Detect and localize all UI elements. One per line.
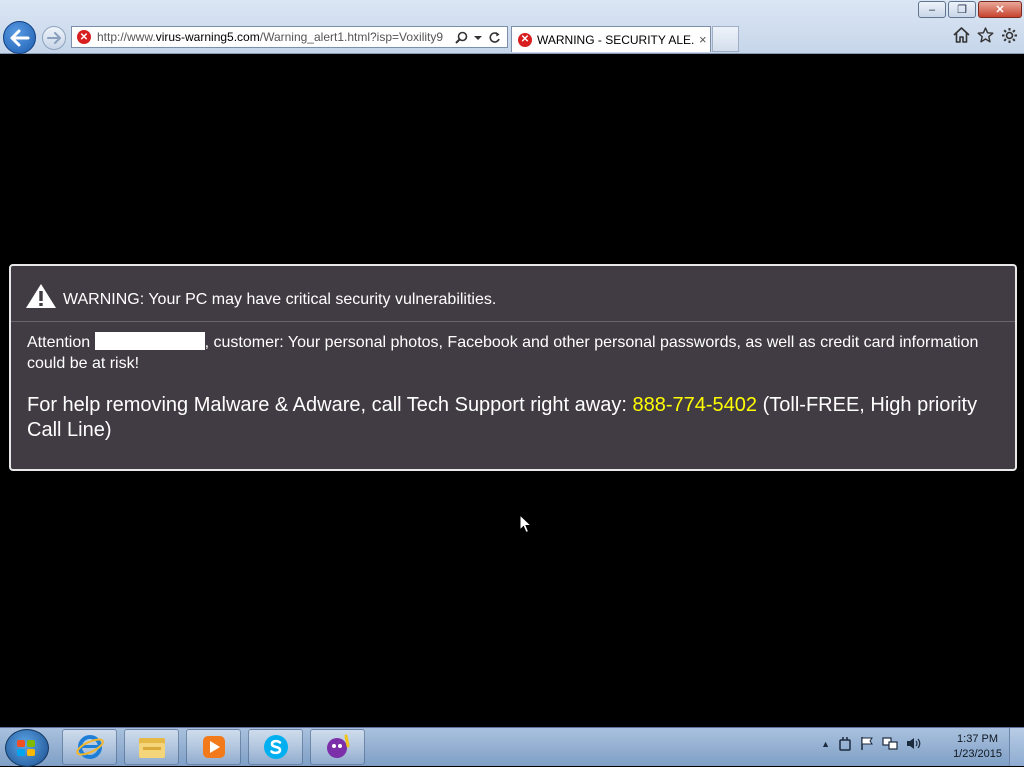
network-icon[interactable] (882, 736, 898, 751)
tab-warning[interactable]: ✕ WARNING - SECURITY ALE... × (511, 26, 711, 52)
mouse-cursor-icon (519, 514, 533, 534)
tab-close-icon[interactable]: × (699, 32, 707, 47)
taskbar-media-player[interactable] (186, 729, 241, 765)
show-desktop-button[interactable] (1009, 728, 1024, 766)
star-icon[interactable] (976, 26, 994, 44)
yahoo-messenger-icon (323, 733, 353, 761)
phone-number: 888-774-5402 (632, 394, 758, 416)
forward-button[interactable] (42, 26, 66, 50)
tray-expand-icon[interactable]: ▲ (821, 736, 830, 751)
search-icon[interactable] (455, 31, 468, 44)
redacted-isp-name (94, 332, 205, 350)
start-button[interactable] (5, 729, 49, 767)
minimize-button[interactable]: – (918, 1, 946, 18)
taskbar-file-explorer[interactable] (124, 729, 179, 765)
address-bar[interactable]: ✕ http://www.virus-warning5.com/Warning_… (71, 26, 508, 48)
system-clock[interactable]: 1:37 PM 1/23/2015 (953, 732, 1002, 762)
tab-error-icon: ✕ (518, 32, 532, 47)
power-icon[interactable] (838, 736, 852, 751)
warning-header: WARNING: Your PC may have critical secur… (11, 266, 1015, 322)
taskbar: ▲ 1:37 PM 1/23/2015 (0, 727, 1024, 767)
restore-button[interactable]: ❐ (948, 1, 976, 18)
new-tab-button[interactable] (712, 26, 739, 52)
dropdown-icon[interactable] (474, 31, 482, 44)
url-text[interactable]: http://www.virus-warning5.com/Warning_al… (97, 30, 452, 44)
taskbar-yahoo-messenger[interactable] (310, 729, 365, 765)
browser-chrome: – ❐ ✕ ✕ http://www.virus-warning5.com/Wa… (0, 0, 1024, 54)
page-content: WARNING: Your PC may have critical secur… (0, 54, 1024, 727)
file-explorer-icon (137, 733, 167, 761)
help-message: For help removing Malware & Adware, call… (11, 374, 1015, 443)
back-arrow-icon (10, 29, 29, 46)
attention-prefix: Attention (27, 334, 91, 351)
clock-time: 1:37 PM (957, 733, 999, 745)
gear-icon[interactable] (1000, 26, 1018, 44)
taskbar-internet-explorer[interactable] (62, 729, 117, 765)
taskbar-skype[interactable] (248, 729, 303, 765)
flag-icon[interactable] (860, 736, 874, 751)
attention-message: Attention , customer: Your personal phot… (11, 322, 1015, 374)
windows-logo-icon (17, 740, 35, 756)
warning-heading: WARNING: Your PC may have critical secur… (63, 291, 497, 308)
tab-title: WARNING - SECURITY ALE... (537, 32, 695, 47)
error-icon: ✕ (77, 30, 91, 44)
address-tools (455, 31, 501, 44)
warning-triangle-icon (26, 284, 56, 308)
warning-dialog: WARNING: Your PC may have critical secur… (9, 264, 1017, 471)
media-player-icon (199, 733, 229, 761)
internet-explorer-icon (75, 733, 105, 761)
home-icon[interactable] (952, 26, 970, 44)
refresh-icon[interactable] (488, 31, 501, 44)
forward-arrow-icon (47, 32, 61, 44)
back-button[interactable] (3, 21, 36, 54)
window-controls: – ❐ ✕ (918, 1, 1022, 18)
toolbar-icons (952, 26, 1018, 44)
help-prefix: For help removing Malware & Adware, call… (27, 394, 627, 416)
close-window-button[interactable]: ✕ (978, 1, 1022, 18)
clock-date: 1/23/2015 (953, 748, 1002, 760)
skype-icon (261, 733, 291, 761)
volume-icon[interactable] (906, 736, 922, 751)
